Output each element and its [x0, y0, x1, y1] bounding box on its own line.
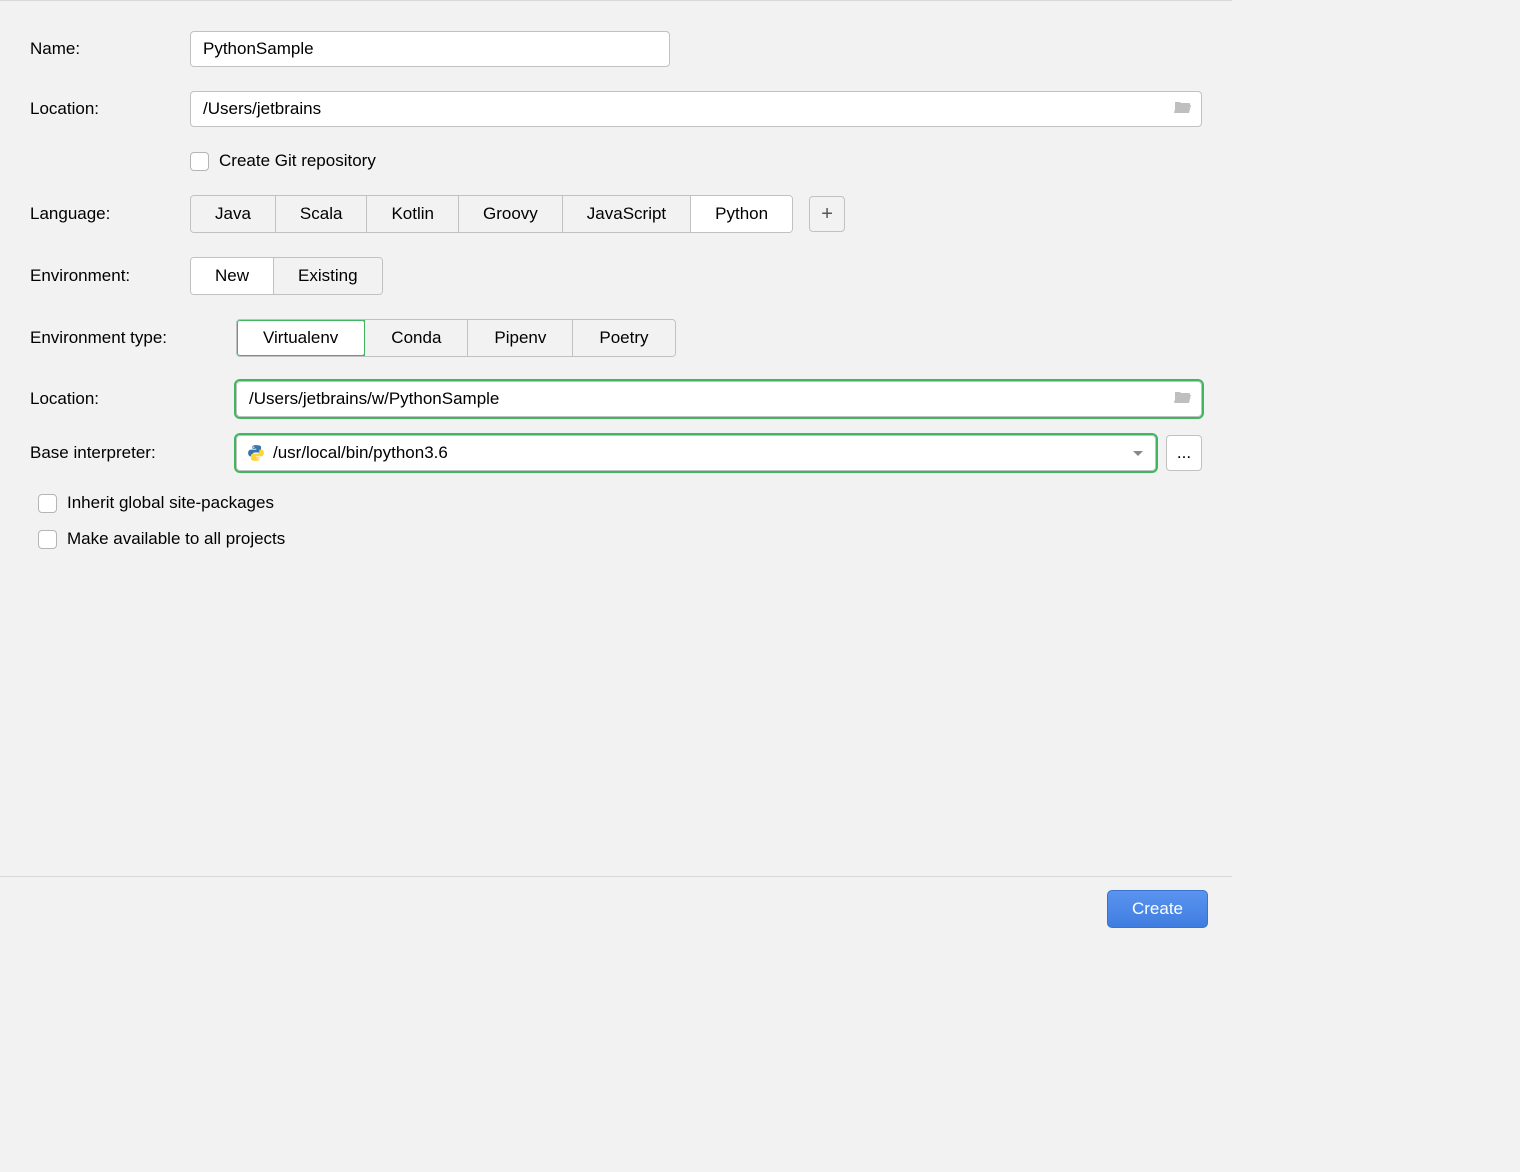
chevron-down-icon [1132, 443, 1144, 463]
python-icon [247, 444, 265, 462]
plus-icon: + [821, 203, 833, 226]
environment-segmented: New Existing [190, 257, 383, 295]
venv-location-field [236, 381, 1202, 417]
env-type-option-poetry[interactable]: Poetry [573, 320, 674, 356]
inherit-global-checkbox[interactable] [38, 494, 57, 513]
footer: Create [0, 876, 1232, 940]
create-git-row: Create Git repository [190, 151, 1202, 171]
environment-row: Environment: New Existing [30, 257, 1202, 295]
language-label: Language: [30, 204, 190, 224]
folder-open-icon[interactable] [1174, 389, 1192, 409]
environment-option-existing[interactable]: Existing [274, 258, 382, 294]
base-interp-row: Base interpreter: /usr/local/bin/python3… [30, 435, 1202, 471]
ellipsis-icon: ... [1177, 443, 1191, 463]
make-available-checkbox[interactable] [38, 530, 57, 549]
create-git-label: Create Git repository [219, 151, 376, 171]
env-type-option-virtualenv[interactable]: Virtualenv [237, 320, 365, 356]
environment-option-new[interactable]: New [191, 258, 274, 294]
env-type-label: Environment type: [30, 328, 236, 348]
location-field [190, 91, 1202, 127]
language-option-groovy[interactable]: Groovy [459, 196, 563, 232]
name-row: Name: [30, 31, 1202, 67]
environment-label: Environment: [30, 266, 190, 286]
venv-location-input[interactable] [236, 381, 1202, 417]
new-project-form: Name: Location: Create Git repository La… [0, 0, 1232, 549]
base-interp-value: /usr/local/bin/python3.6 [273, 443, 448, 463]
location-row: Location: [30, 91, 1202, 127]
language-row: Language: Java Scala Kotlin Groovy JavaS… [30, 195, 1202, 233]
venv-location-label: Location: [30, 389, 236, 409]
folder-open-icon[interactable] [1174, 99, 1192, 119]
inherit-global-row: Inherit global site-packages [38, 493, 1202, 513]
base-interp-field: /usr/local/bin/python3.6 [236, 435, 1156, 471]
env-type-option-conda[interactable]: Conda [365, 320, 468, 356]
name-input[interactable] [190, 31, 670, 67]
env-type-row: Environment type: Virtualenv Conda Pipen… [30, 319, 1202, 357]
base-interp-select[interactable]: /usr/local/bin/python3.6 [236, 435, 1156, 471]
inherit-global-label: Inherit global site-packages [67, 493, 274, 513]
name-label: Name: [30, 39, 190, 59]
location-input[interactable] [190, 91, 1202, 127]
browse-interpreter-button[interactable]: ... [1166, 435, 1202, 471]
make-available-label: Make available to all projects [67, 529, 285, 549]
env-type-segmented: Virtualenv Conda Pipenv Poetry [236, 319, 676, 357]
base-interp-label: Base interpreter: [30, 443, 236, 463]
make-available-row: Make available to all projects [38, 529, 1202, 549]
create-button[interactable]: Create [1107, 890, 1208, 928]
create-git-checkbox[interactable] [190, 152, 209, 171]
env-type-option-pipenv[interactable]: Pipenv [468, 320, 573, 356]
language-option-kotlin[interactable]: Kotlin [367, 196, 459, 232]
language-segmented: Java Scala Kotlin Groovy JavaScript Pyth… [190, 195, 793, 233]
language-option-scala[interactable]: Scala [276, 196, 368, 232]
add-language-button[interactable]: + [809, 196, 845, 232]
language-option-python[interactable]: Python [691, 196, 792, 232]
venv-location-row: Location: [30, 381, 1202, 417]
location-label: Location: [30, 99, 190, 119]
language-option-javascript[interactable]: JavaScript [563, 196, 691, 232]
language-option-java[interactable]: Java [191, 196, 276, 232]
